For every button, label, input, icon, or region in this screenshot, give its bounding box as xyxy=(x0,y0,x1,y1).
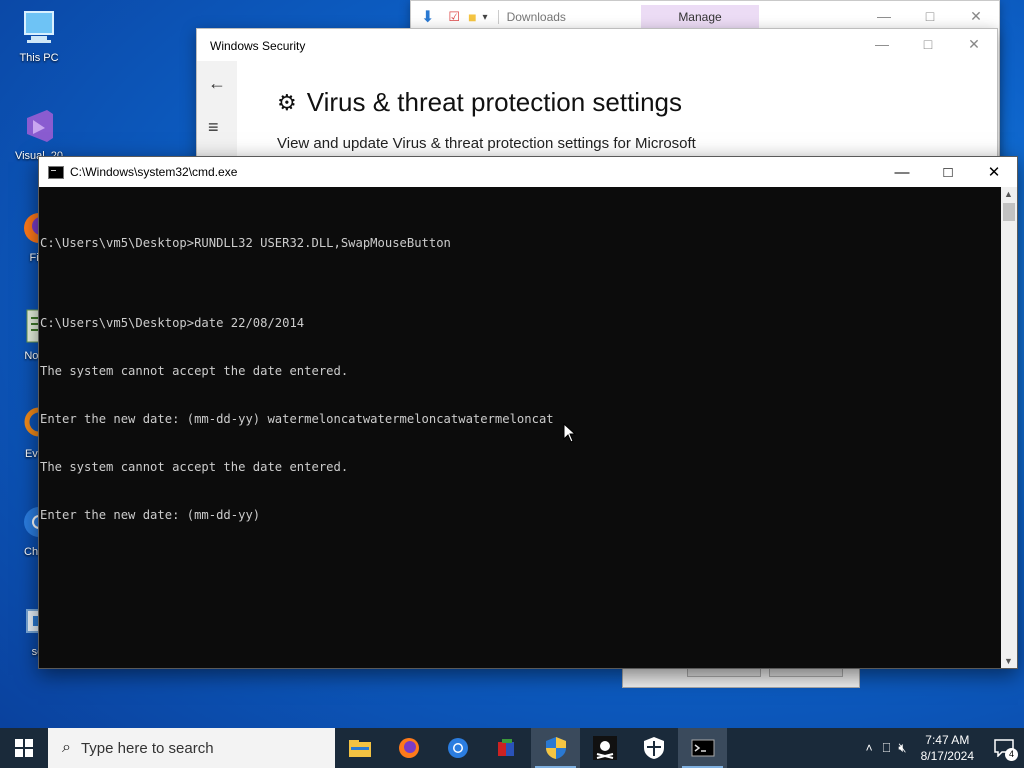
console-line: Enter the new date: (mm-dd-yy) xyxy=(40,508,261,522)
search-placeholder: Type here to search xyxy=(80,739,214,757)
clock[interactable]: 7:47 AM 8/17/2024 xyxy=(921,732,974,764)
taskbar-uac-shield[interactable] xyxy=(531,728,580,768)
quick-access-dropdown-icon[interactable]: ▾ xyxy=(483,12,488,23)
scroll-down-icon[interactable]: ▼ xyxy=(1004,656,1013,666)
chrome-icon xyxy=(447,738,468,758)
cmd-titlebar[interactable]: C:\Windows\system32\cmd.exe — □ ✕ xyxy=(39,157,1017,187)
notification-center-button[interactable]: 4 xyxy=(984,728,1024,768)
network-icon[interactable]: ⎕ xyxy=(883,740,891,756)
taskbar-winrar[interactable] xyxy=(482,728,531,768)
clock-date: 8/17/2024 xyxy=(920,749,974,763)
taskbar-windows-security[interactable] xyxy=(629,728,678,768)
computer-icon xyxy=(19,8,59,48)
system-tray: ˄ ⎕ 🔇︎ 7:47 AM 8/17/2024 4 xyxy=(866,728,1024,768)
minimize-button[interactable]: — xyxy=(879,157,925,187)
console-line: The system cannot accept the date entere… xyxy=(40,460,349,474)
page-title-text: Virus & threat protection settings xyxy=(306,87,683,117)
address-bar: Downloads xyxy=(497,10,566,24)
console-line: The system cannot accept the date entere… xyxy=(40,364,349,378)
mouse-cursor-icon xyxy=(563,423,577,443)
taskbar-file-explorer[interactable] xyxy=(335,728,384,768)
tab-manage[interactable]: Manage xyxy=(641,5,759,29)
file-explorer-icon xyxy=(348,740,371,757)
search-icon: ⌕ xyxy=(62,739,71,756)
close-button[interactable]: ✕ xyxy=(951,29,997,59)
windows-security-window[interactable]: Windows Security — □ ✕ ← ≡ ⚙ Virus & thr… xyxy=(196,28,998,170)
console-line: C:\Users\vm5\Desktop>RUNDLL32 USER32.DLL… xyxy=(40,236,451,250)
cmd-icon xyxy=(48,165,64,179)
page-title: ⚙ Virus & threat protection settings xyxy=(277,87,682,118)
start-button[interactable] xyxy=(0,728,48,768)
desktop-icon-this-pc[interactable]: This PC xyxy=(6,8,72,64)
desktop-icon-label: This PC xyxy=(19,52,59,64)
maximize-button[interactable]: □ xyxy=(925,157,971,187)
volume-muted-icon[interactable]: 🔇︎ xyxy=(898,740,906,756)
security-shield-icon xyxy=(545,737,566,759)
notification-count-badge: 4 xyxy=(1005,748,1018,761)
desktop-icon-visual-studio[interactable]: Visual 20 xyxy=(6,106,72,162)
taskbar-pirate-app[interactable] xyxy=(580,728,629,768)
security-sidebar: ← ≡ xyxy=(197,61,237,169)
visual-studio-icon xyxy=(19,106,59,146)
vertical-scrollbar[interactable]: ▲ ▼ xyxy=(1001,187,1017,668)
windows-logo-icon xyxy=(15,739,33,757)
maximize-button[interactable]: □ xyxy=(907,1,953,31)
folder-icon[interactable]: ■ xyxy=(468,9,476,25)
window-title: C:\Windows\system32\cmd.exe xyxy=(70,165,238,179)
scroll-up-icon[interactable]: ▲ xyxy=(1004,189,1013,199)
console-line: Enter the new date: (mm-dd-yy) watermelo… xyxy=(40,412,554,426)
back-arrow-icon[interactable]: ← xyxy=(208,73,226,94)
console-output[interactable]: C:\Users\vm5\Desktop>RUNDLL32 USER32.DLL… xyxy=(40,203,999,555)
page-subtitle: View and update Virus & threat protectio… xyxy=(277,135,696,152)
pirate-icon xyxy=(592,736,617,760)
taskbar-cmd[interactable] xyxy=(678,728,727,768)
taskbar: ⌕ Type here to search ˄ ⎕ 🔇︎ 7:47 AM 8/1… xyxy=(0,728,1024,768)
firefox-icon xyxy=(398,738,419,758)
taskbar-chrome[interactable] xyxy=(433,728,482,768)
close-button[interactable]: ✕ xyxy=(953,1,999,31)
clock-time: 7:47 AM xyxy=(925,733,970,747)
console-line: C:\Users\vm5\Desktop>date 22/08/2014 xyxy=(40,316,305,330)
gears-icon: ⚙ xyxy=(277,89,297,115)
chevron-up-icon[interactable]: ˄ xyxy=(866,741,873,755)
window-title: Windows Security xyxy=(210,39,306,53)
scrollbar-thumb[interactable] xyxy=(1003,203,1015,221)
cmd-window[interactable]: C:\Windows\system32\cmd.exe — □ ✕ C:\Use… xyxy=(38,156,1018,669)
taskbar-search-box[interactable]: ⌕ Type here to search xyxy=(48,728,335,768)
minimize-button[interactable]: — xyxy=(861,1,907,31)
close-button[interactable]: ✕ xyxy=(971,157,1017,187)
minimize-button[interactable]: — xyxy=(859,29,905,59)
taskbar-firefox[interactable] xyxy=(384,728,433,768)
cmd-icon xyxy=(691,739,714,757)
hamburger-menu-icon[interactable]: ≡ xyxy=(208,117,219,138)
properties-icon[interactable]: ☑ xyxy=(448,9,460,25)
download-arrow-icon[interactable]: ⬇ xyxy=(421,7,434,27)
windows-security-icon xyxy=(643,737,664,759)
winrar-icon xyxy=(497,739,514,756)
maximize-button[interactable]: □ xyxy=(905,29,951,59)
